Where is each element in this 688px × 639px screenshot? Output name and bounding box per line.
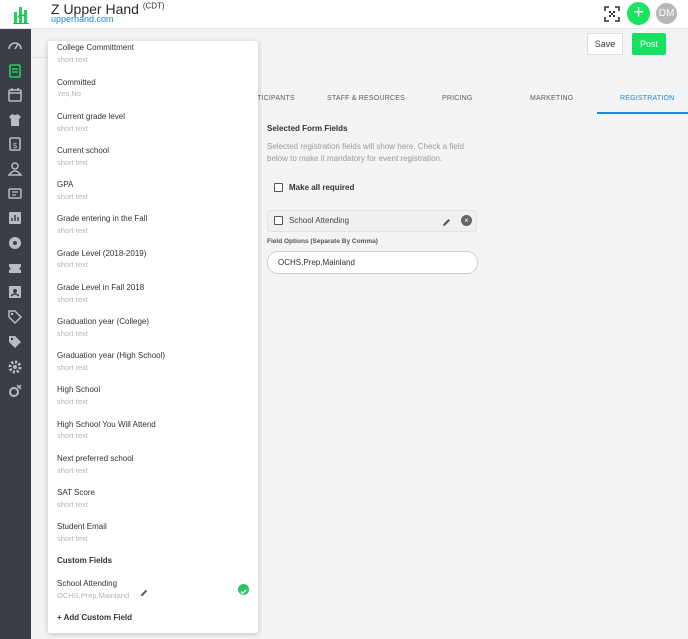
- messages-icon[interactable]: [7, 186, 23, 202]
- dropdown-item-name[interactable]: Grade Level (2018-2019): [57, 249, 146, 258]
- dropdown-item-type: short text: [57, 500, 88, 509]
- dropdown-item-type: short text: [57, 158, 88, 167]
- dropdown-item-type: short text: [57, 192, 88, 201]
- dropdown-item-type: short text: [57, 295, 88, 304]
- dropdown-item-name[interactable]: Grade entering in the Fall: [57, 214, 147, 223]
- dropdown-item-name[interactable]: SAT Score: [57, 488, 95, 497]
- tab-pricing[interactable]: PRICING: [442, 95, 473, 102]
- tag-icon[interactable]: [7, 309, 23, 325]
- add-button[interactable]: +: [627, 2, 650, 25]
- top-header: Z Upper Hand (CDT) upperhand.com + DM: [0, 0, 688, 29]
- post-button[interactable]: Post: [632, 33, 666, 55]
- dropdown-item-name[interactable]: High School: [57, 385, 100, 394]
- background-divider: [31, 57, 48, 58]
- dropdown-item-name[interactable]: High School You Will Attend: [57, 420, 156, 429]
- field-options-input[interactable]: [267, 251, 478, 274]
- dropdown-item-type: short text: [57, 534, 88, 543]
- membership-icon[interactable]: $: [7, 136, 23, 152]
- dropdown-item-name[interactable]: Current grade level: [57, 112, 125, 121]
- avatar[interactable]: DM: [656, 3, 677, 24]
- field-options-label: Field Options (Separate By Comma): [267, 238, 378, 245]
- dropdown-item-type: short text: [57, 431, 88, 440]
- timezone-label: (CDT): [142, 1, 165, 11]
- save-button[interactable]: Save: [587, 33, 623, 55]
- add-icon: +: [632, 2, 645, 23]
- section-title: Selected Form Fields: [267, 124, 348, 133]
- remove-field-icon[interactable]: ×: [461, 215, 472, 226]
- svg-text:$: $: [12, 141, 17, 150]
- dropdown-item-type: short text: [57, 466, 88, 475]
- dropdown-item-name[interactable]: Next preferred school: [57, 454, 133, 463]
- edit-custom-field-icon[interactable]: [139, 585, 149, 603]
- customers-icon[interactable]: [7, 161, 23, 177]
- calendar-icon[interactable]: [7, 87, 23, 103]
- tab-participants[interactable]: TICIPANTS: [257, 95, 295, 102]
- dropdown-item-name[interactable]: GPA: [57, 180, 73, 189]
- dropdown-item-type: short text: [57, 363, 88, 372]
- reports-icon[interactable]: [7, 210, 23, 226]
- integrations-icon[interactable]: [7, 383, 23, 399]
- add-custom-field-link[interactable]: + Add Custom Field: [57, 613, 132, 622]
- discount-icon[interactable]: [7, 334, 23, 350]
- dropdown-item-name[interactable]: Graduation year (College): [57, 317, 149, 326]
- app-subtitle[interactable]: upperhand.com: [51, 14, 114, 24]
- dropdown-item-name[interactable]: Committed: [57, 78, 96, 87]
- make-all-required-label[interactable]: Make all required: [289, 183, 354, 192]
- logo-icon[interactable]: [11, 3, 31, 25]
- dropdown-item-name[interactable]: College Committment: [57, 43, 134, 52]
- edit-field-icon[interactable]: [441, 215, 452, 233]
- tab-registration[interactable]: REGISTRATION: [620, 95, 674, 102]
- custom-item-name[interactable]: School Attending: [57, 579, 117, 588]
- field-required-checkbox[interactable]: [274, 216, 283, 225]
- dropdown-item-type: short text: [57, 397, 88, 406]
- dashboard-icon[interactable]: [7, 38, 23, 54]
- selected-check-icon: [238, 584, 249, 595]
- dropdown-item-name[interactable]: Current school: [57, 146, 109, 155]
- tickets-icon[interactable]: [7, 260, 23, 276]
- dropdown-item-type: short text: [57, 124, 88, 133]
- dropdown-item-type: short text: [57, 55, 88, 64]
- sidebar: $: [0, 29, 31, 639]
- tab-staff-resources[interactable]: STAFF & RESOURCES: [327, 95, 405, 102]
- selected-field-label: School Attending: [289, 216, 350, 225]
- dropdown-item-type: Yes,No: [57, 89, 81, 98]
- active-tab-indicator: [597, 112, 688, 114]
- dropdown-item-name[interactable]: Graduation year (High School): [57, 351, 165, 360]
- apparel-icon[interactable]: [7, 112, 23, 128]
- dropdown-item-name[interactable]: Student Email: [57, 522, 107, 531]
- dropdown-item-type: short text: [57, 329, 88, 338]
- credit-pass-icon[interactable]: [7, 235, 23, 251]
- events-icon[interactable]: [7, 63, 23, 79]
- dropdown-item-name[interactable]: Grade Level in Fall 2018: [57, 283, 144, 292]
- team-icon[interactable]: [7, 284, 23, 300]
- qr-scan-icon[interactable]: [603, 5, 621, 23]
- section-help-text: Selected registration fields will show h…: [267, 142, 464, 163]
- dropdown-item-type: short text: [57, 226, 88, 235]
- custom-fields-heading: Custom Fields: [57, 556, 113, 565]
- make-all-required-checkbox[interactable]: [274, 183, 283, 192]
- tab-marketing[interactable]: MARKETING: [530, 95, 573, 102]
- dropdown-item-type: short text: [57, 260, 88, 269]
- settings-icon[interactable]: [7, 359, 23, 375]
- custom-item-type: OCHS,Prep,Mainland: [57, 591, 130, 600]
